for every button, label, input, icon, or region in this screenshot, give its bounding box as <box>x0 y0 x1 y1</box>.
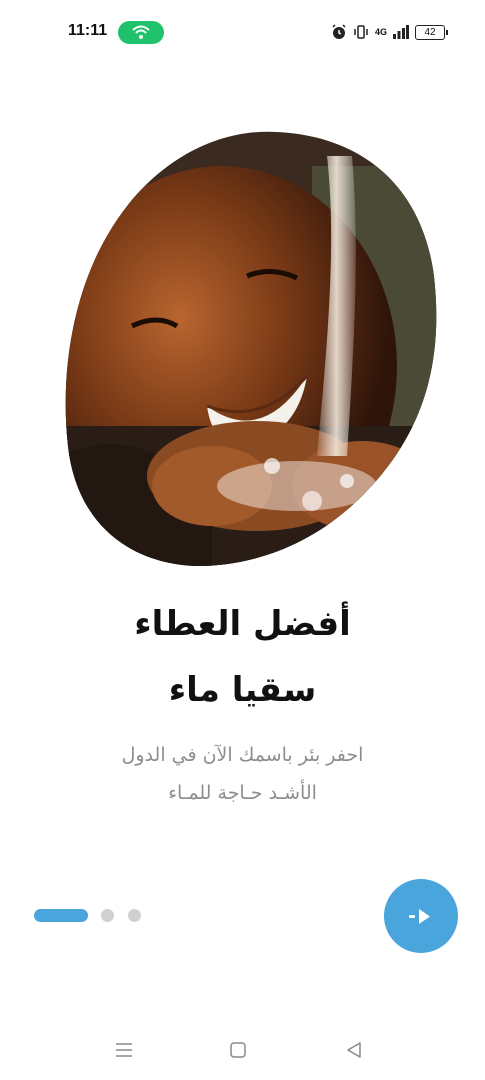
network-type: 4G <box>374 26 387 37</box>
status-bar: 11:11 4G 42 <box>0 0 485 64</box>
wifi-hotspot-badge <box>118 21 164 44</box>
onboarding-title-line1: أفضل العطاء <box>134 604 351 644</box>
wifi-icon <box>132 25 150 39</box>
onboarding-title-line2: سقيا ماء <box>168 670 317 710</box>
home-icon[interactable] <box>230 1042 246 1058</box>
back-icon[interactable] <box>346 1042 362 1058</box>
page-indicator-dot-2[interactable] <box>101 909 114 922</box>
onboarding-description-line1: احفر بئر باسمك الآن في الدول <box>121 744 364 766</box>
page-indicator-dot-3[interactable] <box>128 909 141 922</box>
onboarding-description-line2: الأشـد حـاجة للمـاء <box>168 782 317 804</box>
status-time: 11:11 <box>68 22 108 39</box>
hero-image <box>65 131 437 566</box>
battery-indicator: 42 <box>415 24 448 40</box>
page-indicator-active <box>34 909 88 922</box>
vibrate-icon <box>354 25 368 39</box>
arrow-forward-icon <box>409 909 430 924</box>
menu-icon[interactable] <box>115 1042 133 1058</box>
next-button[interactable] <box>384 879 458 953</box>
signal-icon <box>393 25 409 39</box>
alarm-icon <box>332 24 346 39</box>
status-icons: 4G 42 <box>331 21 448 43</box>
